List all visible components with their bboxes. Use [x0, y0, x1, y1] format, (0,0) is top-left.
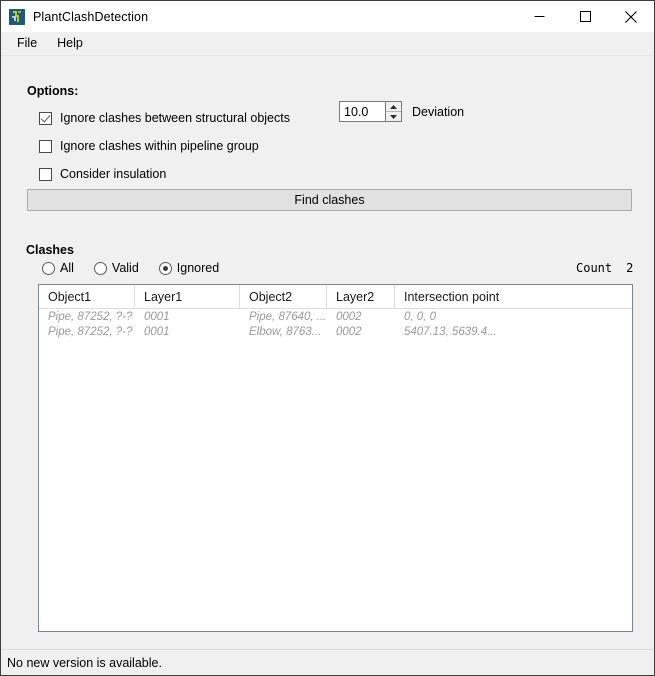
column-header-intersection-point[interactable]: Intersection point	[395, 285, 500, 308]
cell-layer1: 0001	[144, 310, 170, 323]
filter-valid-radio[interactable]	[93, 261, 107, 275]
caption-buttons	[516, 1, 654, 32]
ignore-structural-label: Ignore clashes between structural object…	[60, 111, 290, 125]
clashes-list-panel[interactable]: Object1 Layer1 Object2 Layer2 Intersecti…	[38, 284, 633, 632]
radio-item-all[interactable]: All	[42, 261, 74, 275]
count-value: 2	[626, 261, 634, 275]
column-header-object2[interactable]: Object2	[240, 285, 327, 308]
status-message: No new version is available.	[7, 655, 162, 670]
app-window: PlantClashDetection File Help Options: I…	[0, 0, 655, 676]
clash-filter-group: All Valid Ignored	[42, 261, 239, 275]
deviation-stepper[interactable]	[385, 101, 402, 122]
checkbox-row-ignore-structural[interactable]: Ignore clashes between structural object…	[39, 109, 290, 127]
table-row[interactable]: Pipe, 87252, ?-? 0001 Elbow, 8763... 000…	[39, 324, 632, 339]
find-clashes-button[interactable]: Find clashes	[27, 189, 632, 211]
maximize-icon[interactable]	[562, 1, 608, 32]
radio-item-ignored[interactable]: Ignored	[158, 261, 220, 275]
cell-object1: Pipe, 87252, ?-?	[48, 325, 133, 338]
ignore-pipeline-group-checkbox[interactable]	[39, 139, 52, 153]
cell-layer2: 0002	[336, 325, 362, 338]
deviation-control: 10.0 Deviation	[339, 101, 464, 122]
ignore-pipeline-group-label: Ignore clashes within pipeline group	[60, 139, 259, 153]
checkbox-row-consider-insulation[interactable]: Consider insulation	[39, 165, 166, 183]
spinner-down-icon[interactable]	[386, 112, 401, 121]
deviation-value: 10.0	[344, 104, 369, 119]
filter-all-label: All	[60, 261, 74, 275]
cell-object2: Elbow, 8763...	[249, 325, 322, 338]
radio-item-valid[interactable]: Valid	[93, 261, 139, 275]
filter-ignored-radio[interactable]	[158, 261, 172, 275]
clashes-table-header: Object1 Layer1 Object2 Layer2 Intersecti…	[39, 285, 632, 309]
menu-item-file[interactable]: File	[7, 34, 47, 53]
cell-layer1: 0001	[144, 325, 170, 338]
cell-intersection-point: 5407.13, 5639.4...	[404, 325, 497, 338]
clash-count: Count 2	[576, 261, 633, 275]
clashes-heading: Clashes	[26, 243, 74, 257]
deviation-input[interactable]: 10.0	[339, 101, 385, 122]
cell-layer2: 0002	[336, 310, 362, 323]
client-area: Options: Ignore clashes between structur…	[1, 56, 654, 649]
column-header-layer2[interactable]: Layer2	[327, 285, 395, 308]
minimize-icon[interactable]	[516, 1, 562, 32]
filter-all-radio[interactable]	[42, 261, 55, 275]
deviation-label: Deviation	[412, 104, 465, 119]
checkbox-row-ignore-pipeline-group[interactable]: Ignore clashes within pipeline group	[39, 137, 259, 155]
window-title: PlantClashDetection	[33, 9, 149, 24]
menu-bar: File Help	[1, 32, 654, 56]
column-header-layer1[interactable]: Layer1	[135, 285, 240, 308]
clashes-table-body: Pipe, 87252, ?-? 0001 Pipe, 87640, ... 0…	[39, 309, 632, 339]
count-label: Count	[576, 261, 613, 275]
consider-insulation-label: Consider insulation	[60, 167, 167, 181]
ignore-structural-checkbox[interactable]	[39, 111, 52, 125]
cell-object2: Pipe, 87640, ...	[249, 310, 327, 323]
filter-valid-label: Valid	[111, 261, 139, 275]
filter-ignored-label: Ignored	[176, 261, 220, 275]
table-row[interactable]: Pipe, 87252, ?-? 0001 Pipe, 87640, ... 0…	[39, 309, 632, 324]
status-bar: No new version is available.	[1, 649, 654, 675]
options-heading: Options:	[27, 84, 79, 98]
title-bar: PlantClashDetection	[1, 1, 654, 32]
cell-intersection-point: 0, 0, 0	[404, 310, 436, 323]
spinner-up-icon[interactable]	[386, 102, 401, 112]
close-icon[interactable]	[608, 1, 654, 32]
cell-object1: Pipe, 87252, ?-?	[48, 310, 133, 323]
column-header-object1[interactable]: Object1	[39, 285, 135, 308]
menu-item-help[interactable]: Help	[47, 34, 93, 53]
consider-insulation-checkbox[interactable]	[39, 167, 52, 181]
plant-clash-icon	[9, 8, 25, 25]
